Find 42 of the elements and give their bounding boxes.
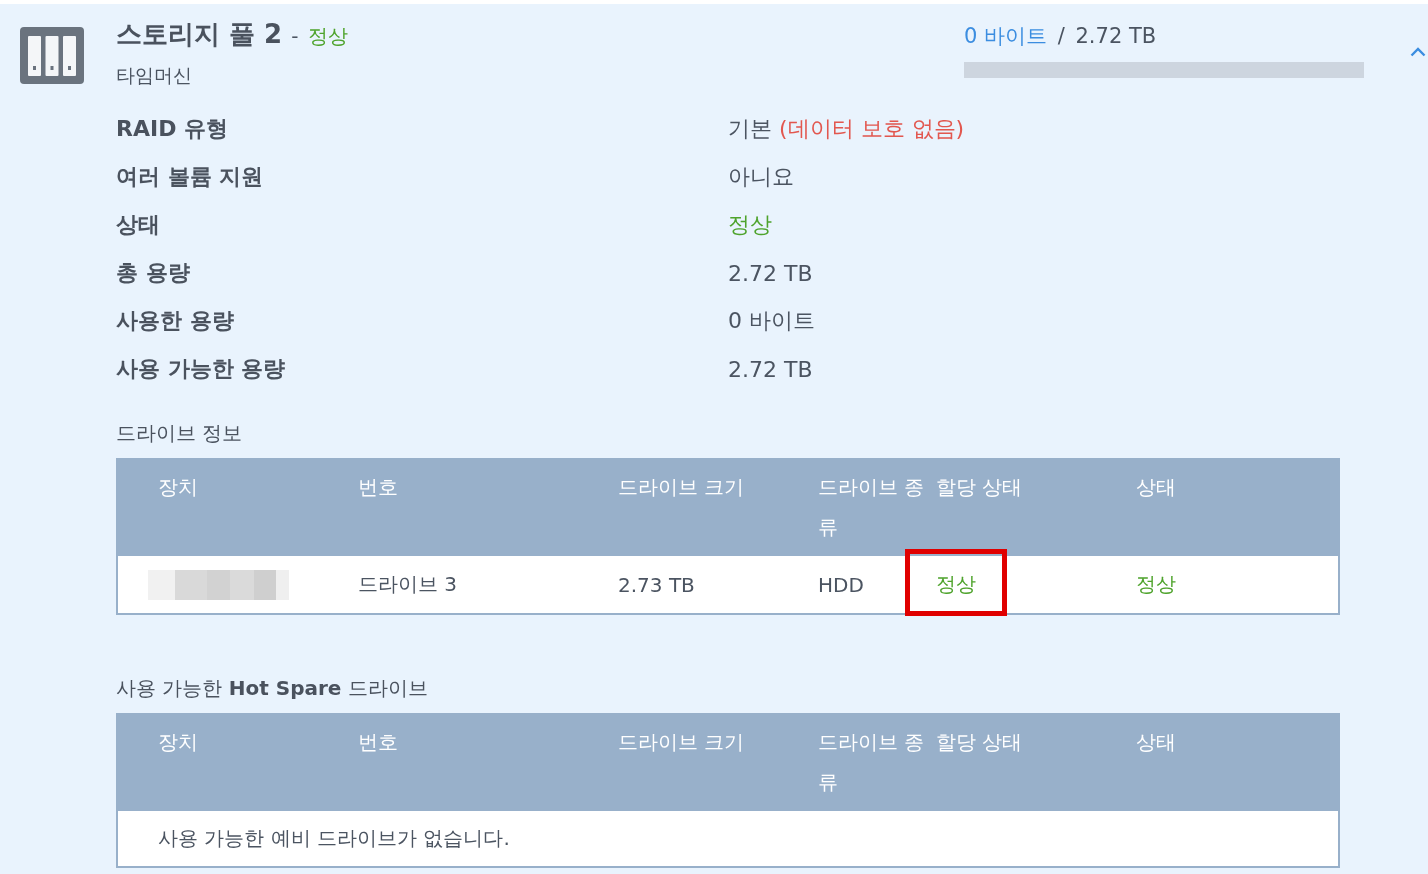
usage-slash: / <box>1057 24 1065 48</box>
column-header: 상태 <box>1136 730 1176 754</box>
column-header: 드라이브 종류 <box>818 730 925 794</box>
total-capacity: 2.72 TB <box>1075 24 1157 48</box>
column-header: 드라이브 크기 <box>618 475 745 499</box>
column-header: 드라이브 종류 <box>818 475 925 539</box>
pool-subtitle: 타임머신 <box>116 63 192 88</box>
title-dash: - <box>291 24 299 48</box>
column-header: 장치 <box>158 475 198 499</box>
property-value: 2.72 TB <box>728 356 813 382</box>
empty-message: 사용 가능한 예비 드라이브가 없습니다. <box>158 825 510 852</box>
column-header: 할당 상태 <box>936 475 1023 499</box>
table-cell: HDD <box>818 573 864 598</box>
column-header: 장치 <box>158 730 198 754</box>
column-header: 할당 상태 <box>936 730 1023 754</box>
property-value: 정상 <box>728 211 772 239</box>
section-title: 드라이브 정보 <box>116 420 243 447</box>
pool-title: 스토리지 풀 2 <box>116 19 283 49</box>
property-value: (데이터 보호 없음) <box>779 115 965 143</box>
column-header: 번호 <box>358 730 398 754</box>
table-cell: 2.73 TB <box>618 573 695 598</box>
property-label: 사용한 용량 <box>116 307 234 335</box>
column-header: 상태 <box>1136 475 1176 499</box>
property-value: 0 바이트 <box>728 307 815 335</box>
property-label: 사용 가능한 용량 <box>116 355 286 383</box>
section-title: 사용 가능한 Hot Spare 드라이브 <box>116 675 428 702</box>
property-label: 총 용량 <box>116 259 190 287</box>
property-label: 여러 볼륨 지원 <box>116 163 264 191</box>
property-value: 기본 <box>728 115 772 143</box>
column-header: 번호 <box>358 475 398 499</box>
chevron-up-icon[interactable] <box>1410 47 1426 57</box>
table-cell: 정상 <box>936 572 976 596</box>
used-capacity: 0 바이트 <box>964 24 1048 48</box>
property-value: 2.72 TB <box>728 260 813 286</box>
table-cell: 정상 <box>1136 572 1176 596</box>
column-header: 드라이브 크기 <box>618 730 745 754</box>
property-label: 상태 <box>116 211 160 239</box>
table-cell: 드라이브 3 <box>358 572 458 596</box>
status-text: 정상 <box>307 24 348 48</box>
property-value: 아니요 <box>728 163 794 191</box>
property-label: RAID 유형 <box>116 115 229 143</box>
storage-drives-icon <box>20 27 84 84</box>
